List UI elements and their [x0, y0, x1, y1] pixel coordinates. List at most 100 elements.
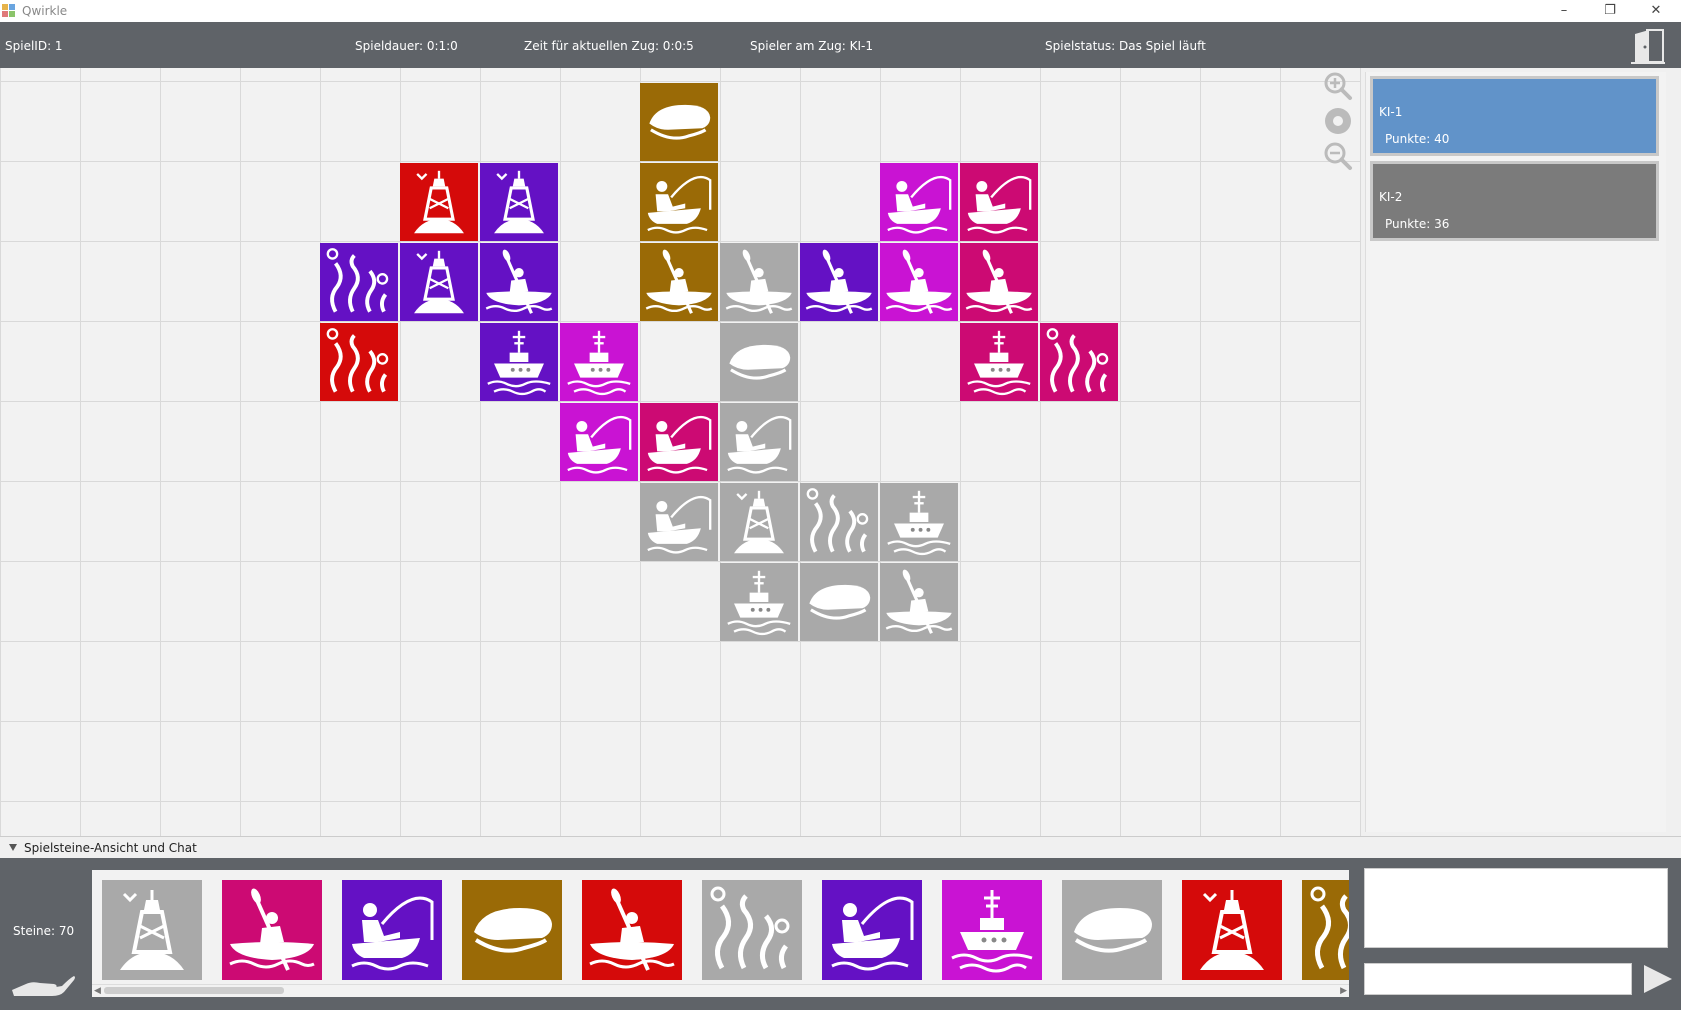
- hand-tile[interactable]: [822, 880, 922, 980]
- hand-tile[interactable]: [582, 880, 682, 980]
- player-score: Punkte: 36: [1385, 217, 1450, 231]
- send-icon[interactable]: [1640, 962, 1674, 996]
- buoy-icon: [720, 483, 798, 561]
- hand-tile[interactable]: [1062, 880, 1162, 980]
- seaweed-icon: [1040, 323, 1118, 401]
- cap-icon: [640, 83, 718, 161]
- fisherman-icon: [640, 483, 718, 561]
- fisherman-icon: [720, 403, 798, 481]
- ship-icon: [960, 323, 1038, 401]
- scroll-left-icon[interactable]: ◀: [94, 986, 101, 996]
- exit-door-icon[interactable]: [1627, 26, 1669, 66]
- hand-tile[interactable]: [942, 880, 1042, 980]
- board-tile: [480, 243, 558, 321]
- game-id: SpielID: 1: [5, 39, 63, 53]
- minimize-button[interactable]: –: [1541, 0, 1587, 22]
- hand-tile[interactable]: [1302, 880, 1349, 980]
- chat-input[interactable]: [1364, 963, 1632, 995]
- kayak-icon: [960, 243, 1038, 321]
- window-titlebar: Qwirkle – ❐ ✕: [0, 0, 1681, 22]
- hand-tiles[interactable]: [92, 870, 1349, 994]
- seaweed-icon: [702, 880, 802, 980]
- game-duration: Spieldauer: 0:1:0: [355, 39, 458, 53]
- player-name: KI-1: [1379, 105, 1403, 119]
- hand-tile[interactable]: [702, 880, 802, 980]
- chat-log: [1364, 868, 1668, 948]
- ship-icon: [560, 323, 638, 401]
- zoom-in-icon[interactable]: [1323, 71, 1353, 101]
- kayak-icon: [640, 243, 718, 321]
- board-tile: [880, 163, 958, 241]
- board-tile: [320, 323, 398, 401]
- seaweed-icon: [320, 323, 398, 401]
- hand-tile[interactable]: [102, 880, 202, 980]
- kayak-icon: [880, 243, 958, 321]
- kayak-icon: [222, 880, 322, 980]
- hand-tile[interactable]: [462, 880, 562, 980]
- seaweed-icon: [320, 243, 398, 321]
- buoy-icon: [480, 163, 558, 241]
- kayak-icon: [480, 243, 558, 321]
- ship-icon: [880, 483, 958, 561]
- close-button[interactable]: ✕: [1633, 0, 1679, 22]
- cap-icon: [462, 880, 562, 980]
- hand-scrollbar[interactable]: ◀ ▶: [92, 984, 1349, 997]
- fisherman-icon: [960, 163, 1038, 241]
- app-icon: [2, 4, 16, 18]
- zoom-reset-icon[interactable]: [1323, 106, 1353, 136]
- ship-icon: [480, 323, 558, 401]
- scroll-right-icon[interactable]: ▶: [1340, 986, 1347, 996]
- board-tile: [880, 563, 958, 641]
- player-name: KI-2: [1379, 190, 1403, 204]
- board-tile: [960, 323, 1038, 401]
- hand-tile[interactable]: [1182, 880, 1282, 980]
- current-player: Spieler am Zug: KI-1: [750, 39, 873, 53]
- stones-count: Steine: 70: [13, 924, 75, 938]
- scrollbar-thumb[interactable]: [104, 987, 284, 994]
- player-card-ki-1[interactable]: KI-1 Punkte: 40: [1370, 76, 1659, 156]
- board-tile: [640, 83, 718, 161]
- game-info-bar: SpielID: 1 Spieldauer: 0:1:0 Zeit für ak…: [0, 22, 1681, 68]
- board-tile: [400, 243, 478, 321]
- cap-icon: [800, 563, 878, 641]
- board-tile: [400, 163, 478, 241]
- kayak-icon: [880, 563, 958, 641]
- player-card-ki-2[interactable]: KI-2 Punkte: 36: [1370, 161, 1659, 241]
- board-tile: [800, 483, 878, 561]
- fisherman-icon: [880, 163, 958, 241]
- board-tile: [320, 243, 398, 321]
- board-tile: [480, 163, 558, 241]
- board-tile: [720, 483, 798, 561]
- ship-icon: [942, 880, 1042, 980]
- fisherman-icon: [342, 880, 442, 980]
- seaweed-icon: [1302, 880, 1349, 980]
- board-tile: [720, 563, 798, 641]
- bottom-panel-header[interactable]: Spielsteine-Ansicht und Chat: [0, 836, 1681, 859]
- board-tile: [720, 243, 798, 321]
- board-tile: [640, 483, 718, 561]
- board-tile: [1040, 323, 1118, 401]
- buoy-icon: [400, 243, 478, 321]
- zoom-out-icon[interactable]: [1323, 141, 1353, 171]
- fisherman-icon: [640, 163, 718, 241]
- bottom-panel-title: Spielsteine-Ansicht und Chat: [24, 841, 197, 855]
- board-tile: [640, 243, 718, 321]
- collapse-arrow-icon[interactable]: [9, 844, 17, 851]
- board-tile: [960, 243, 1038, 321]
- board-tile: [800, 563, 878, 641]
- window-title: Qwirkle: [22, 4, 68, 18]
- board-tile: [960, 163, 1038, 241]
- board-tile: [480, 323, 558, 401]
- hand-tile[interactable]: [222, 880, 322, 980]
- maximize-button[interactable]: ❐: [1587, 0, 1633, 22]
- kayak-icon: [582, 880, 682, 980]
- board-tile: [720, 323, 798, 401]
- game-board[interactable]: [0, 68, 1361, 836]
- ship-icon: [720, 563, 798, 641]
- board-tile: [640, 403, 718, 481]
- buoy-icon: [400, 163, 478, 241]
- board-tile: [640, 163, 718, 241]
- cap-icon: [720, 323, 798, 401]
- board-tile: [560, 323, 638, 401]
- hand-tile[interactable]: [342, 880, 442, 980]
